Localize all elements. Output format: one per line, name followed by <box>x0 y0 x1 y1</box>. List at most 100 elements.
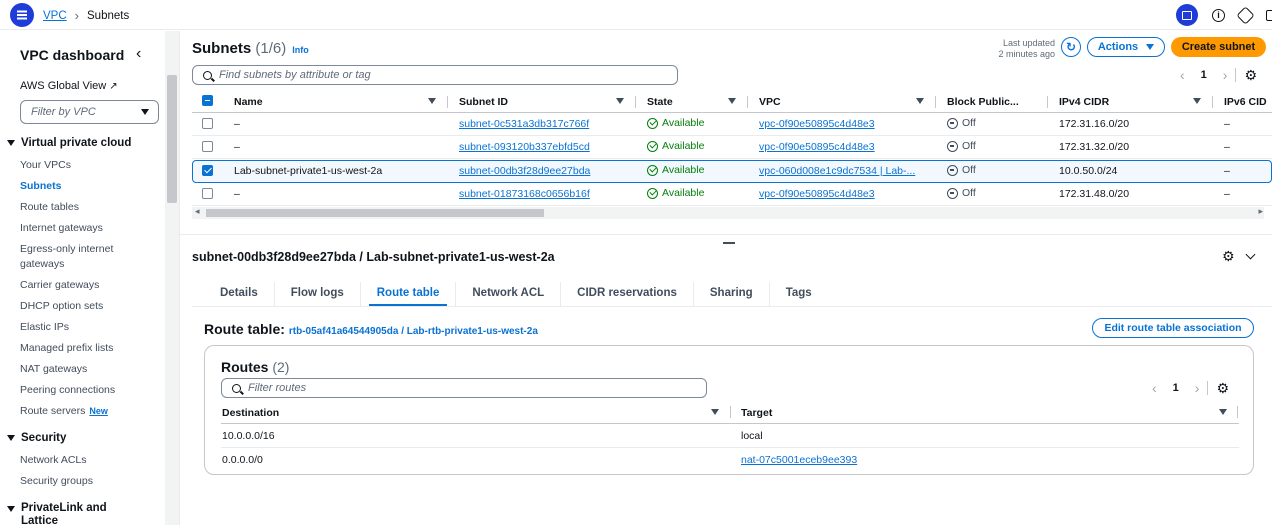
cell-subnet-id-link[interactable]: subnet-093120b337ebfd5cd <box>459 141 590 153</box>
sidebar-item-your-vpcs[interactable]: Your VPCs <box>20 158 71 173</box>
tab-sharing[interactable]: Sharing <box>694 282 770 307</box>
sort-icon[interactable] <box>728 98 736 104</box>
sidebar-item-managed-prefix-lists[interactable]: Managed prefix lists <box>20 341 113 356</box>
tab-network-acl[interactable]: Network ACL <box>456 282 562 307</box>
sidebar-section-privatelink[interactable]: PrivateLink and Lattice <box>7 502 117 525</box>
column-divider[interactable] <box>447 96 448 108</box>
sort-icon[interactable] <box>616 98 624 104</box>
column-divider[interactable] <box>747 96 748 108</box>
menu-icon[interactable] <box>10 3 34 27</box>
sidebar-item-carrier-gateways[interactable]: Carrier gateways <box>20 278 99 293</box>
sidebar-item-route-tables[interactable]: Route tables <box>20 200 79 215</box>
cell-vpc-link[interactable]: vpc-0f90e50895c4d48e3 <box>759 188 875 200</box>
info-icon[interactable]: i <box>1212 8 1225 22</box>
sidebar-section-security[interactable]: Security <box>7 432 66 444</box>
cell-subnet-id-link[interactable]: subnet-0c531a3db317c766f <box>459 118 589 130</box>
column-divider[interactable] <box>1047 96 1048 108</box>
cell-vpc-link[interactable]: vpc-0f90e50895c4d48e3 <box>759 118 875 130</box>
next-page-icon[interactable]: › <box>1223 67 1228 83</box>
table-row-selected[interactable]: Lab-subnet-private1-us-west-2a subnet-00… <box>192 160 1272 183</box>
tab-tags[interactable]: Tags <box>770 282 828 307</box>
sidebar-item-peering-connections[interactable]: Peering connections <box>20 383 115 398</box>
tab-route-table[interactable]: Route table <box>361 282 457 307</box>
sidebar-scrollbar[interactable] <box>165 31 179 525</box>
column-header-ipv4-cidr[interactable]: IPv4 CIDR <box>1059 96 1109 108</box>
split-panel-resize-handle[interactable] <box>723 242 735 244</box>
sidebar-item-subnets[interactable]: Subnets <box>20 179 61 194</box>
row-checkbox[interactable] <box>202 188 213 199</box>
column-header-destination[interactable]: Destination <box>222 407 279 419</box>
page-number[interactable]: 1 <box>1201 69 1207 81</box>
cell-subnet-id-link[interactable]: subnet-01873168c0656b16f <box>459 188 590 200</box>
cell-vpc-link[interactable]: vpc-0f90e50895c4d48e3 <box>759 141 875 153</box>
refresh-button[interactable]: ↻ <box>1061 37 1081 57</box>
prev-page-icon[interactable]: ‹ <box>1152 380 1157 396</box>
column-header-ipv6-cidr[interactable]: IPv6 CID <box>1224 96 1267 108</box>
sidebar-item-egress-only-gateways[interactable]: Egress-only internet gateways <box>20 242 130 272</box>
sidebar-section-virtual-private-cloud[interactable]: Virtual private cloud <box>7 137 131 149</box>
column-header-state[interactable]: State <box>647 96 673 108</box>
row-checkbox[interactable] <box>202 118 213 129</box>
info-link[interactable]: Info <box>292 45 309 55</box>
sidebar-item-security-groups[interactable]: Security groups <box>20 474 93 489</box>
scroll-left-icon[interactable]: ◂ <box>195 206 200 217</box>
column-divider[interactable] <box>935 96 936 108</box>
sidebar-item-network-acls[interactable]: Network ACLs <box>20 453 87 468</box>
table-row[interactable]: – subnet-0c531a3db317c766f Available vpc… <box>192 113 1272 136</box>
sidebar-item-elastic-ips[interactable]: Elastic IPs <box>20 320 69 335</box>
select-all-checkbox[interactable] <box>202 95 213 106</box>
panel-settings-icon[interactable]: ⚙ <box>1222 249 1235 263</box>
feedback-icon[interactable] <box>1266 9 1272 21</box>
tab-flow-logs[interactable]: Flow logs <box>275 282 361 307</box>
column-header-vpc[interactable]: VPC <box>759 96 781 108</box>
sort-icon[interactable] <box>1193 98 1201 104</box>
column-header-name[interactable]: Name <box>234 96 263 108</box>
scroll-right-icon[interactable]: ▸ <box>1258 206 1263 217</box>
sort-icon[interactable] <box>711 409 719 415</box>
column-header-target[interactable]: Target <box>741 407 772 419</box>
sort-icon[interactable] <box>428 98 436 104</box>
scrollbar-thumb[interactable] <box>167 75 177 203</box>
row-checkbox[interactable] <box>202 141 213 152</box>
scrollbar-thumb[interactable] <box>206 209 544 217</box>
sort-icon[interactable] <box>1219 409 1227 415</box>
table-horizontal-scrollbar[interactable]: ◂ ▸ <box>192 206 1264 219</box>
page-number[interactable]: 1 <box>1173 382 1179 394</box>
column-divider[interactable] <box>635 96 636 108</box>
column-divider[interactable] <box>730 406 731 418</box>
cell-subnet-id-link[interactable]: subnet-00db3f28d9ee27bda <box>459 165 590 177</box>
table-settings-icon[interactable]: ⚙ <box>1244 68 1257 82</box>
routes-settings-icon[interactable]: ⚙ <box>1216 381 1229 395</box>
routes-search-input[interactable]: Filter routes <box>221 378 707 398</box>
sidebar-item-dhcp-option-sets[interactable]: DHCP option sets <box>20 299 103 314</box>
tab-cidr-reservations[interactable]: CIDR reservations <box>561 282 694 307</box>
collapse-sidebar-icon[interactable]: ‹ <box>136 45 141 63</box>
vpc-filter-select[interactable]: Filter by VPC <box>20 100 159 124</box>
actions-button[interactable]: Actions <box>1087 37 1165 57</box>
settings-icon[interactable] <box>1236 5 1255 25</box>
sort-icon[interactable] <box>916 98 924 104</box>
breadcrumb-vpc-link[interactable]: VPC <box>43 10 67 22</box>
column-header-subnet-id[interactable]: Subnet ID <box>459 96 508 108</box>
create-subnet-button[interactable]: Create subnet <box>1171 37 1266 57</box>
sidebar-item-nat-gateways[interactable]: NAT gateways <box>20 362 87 377</box>
tab-details[interactable]: Details <box>192 282 275 307</box>
chevron-down-icon[interactable] <box>1245 249 1256 260</box>
row-checkbox[interactable] <box>202 165 213 176</box>
table-row[interactable]: – subnet-093120b337ebfd5cd Available vpc… <box>192 136 1272 159</box>
cell-vpc-link[interactable]: vpc-060d008e1c9dc7534 | Lab-... <box>759 165 915 177</box>
subnet-search-input[interactable]: Find subnets by attribute or tag <box>192 65 678 85</box>
next-page-icon[interactable]: › <box>1195 380 1200 396</box>
sidebar-item-internet-gateways[interactable]: Internet gateways <box>20 221 103 236</box>
prev-page-icon[interactable]: ‹ <box>1180 67 1185 83</box>
column-divider[interactable] <box>1212 96 1213 108</box>
column-header-block-public[interactable]: Block Public... <box>947 96 1019 108</box>
side-panel-icon[interactable] <box>1176 4 1198 26</box>
sidebar-item-route-servers[interactable]: Route servers New <box>20 404 108 419</box>
route-table-link[interactable]: rtb-05af41a64544905da / Lab-rtb-private1… <box>289 326 538 337</box>
edit-route-table-association-button[interactable]: Edit route table association <box>1092 318 1254 338</box>
column-divider[interactable] <box>1237 406 1238 418</box>
cell-target-link[interactable]: nat-07c5001eceb9ee393 <box>741 454 857 466</box>
sidebar-item-global-view[interactable]: AWS Global View ↗ <box>20 80 118 92</box>
table-row[interactable]: – subnet-01873168c0656b16f Available vpc… <box>192 183 1272 206</box>
